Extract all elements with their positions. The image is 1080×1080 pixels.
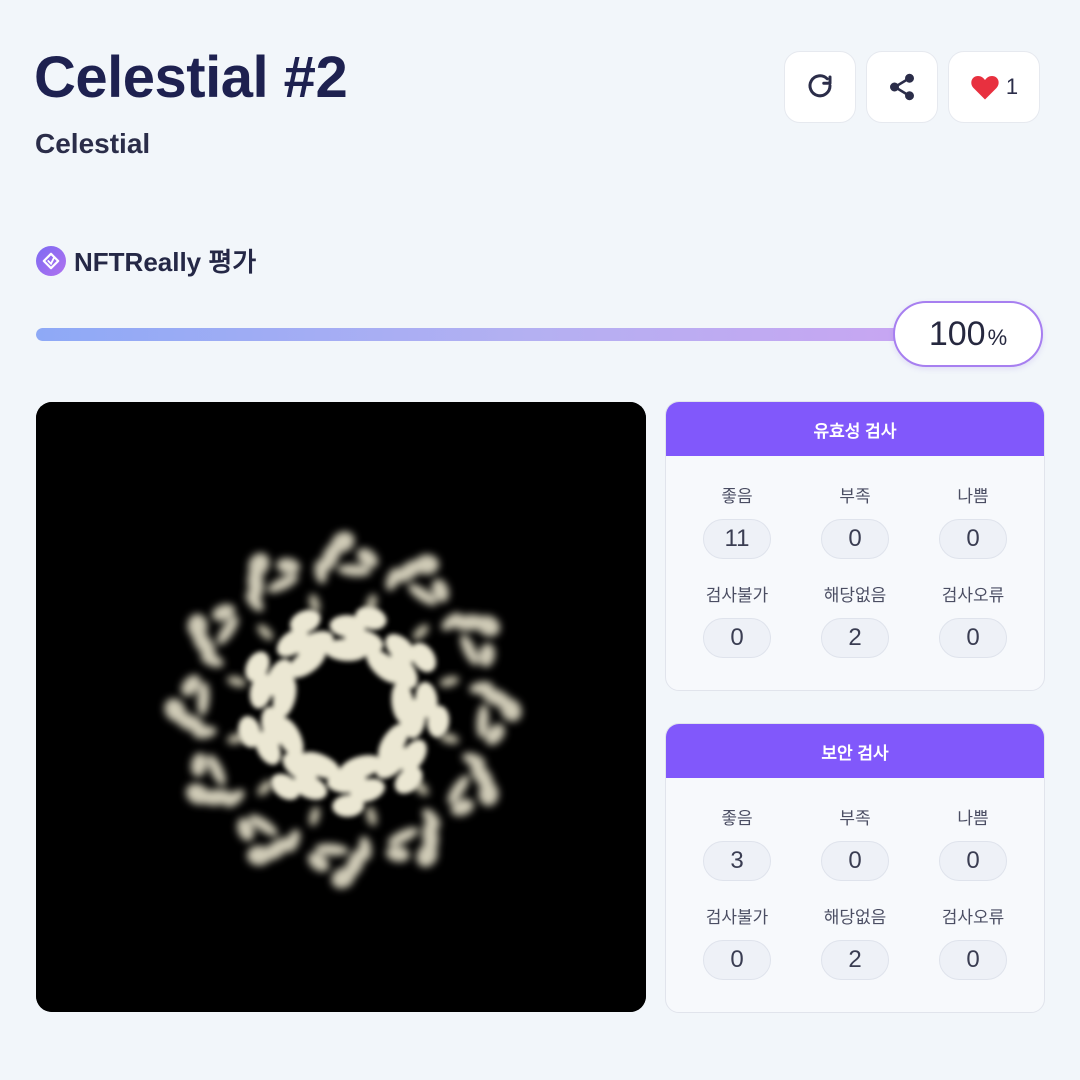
nftreally-logo-icon [36, 245, 66, 276]
like-count: 1 [1005, 74, 1019, 99]
security-uncheckable: 검사불가 0 [678, 903, 796, 980]
nft-artwork[interactable] [36, 402, 646, 1012]
cell-label: 해당없음 [823, 908, 887, 927]
security-insufficient: 부족 0 [796, 804, 914, 881]
validity-bad: 나쁨 0 [914, 482, 1032, 559]
cell-value: 0 [821, 841, 889, 881]
security-check-grid: 좋음 3 부족 0 나쁨 0 검사불가 0 해당없음 2 검사오류 0 [666, 778, 1044, 980]
security-bad: 나쁨 0 [914, 804, 1032, 881]
cell-label: 좋음 [721, 809, 753, 828]
rating-label: NFTReally 평가 [74, 247, 257, 277]
security-not-applicable: 해당없음 2 [796, 903, 914, 980]
rating-progress-fill [36, 328, 936, 341]
page-title: Celestial #2 [34, 45, 348, 110]
validity-good: 좋음 11 [678, 482, 796, 559]
cell-value: 2 [821, 618, 889, 658]
cell-value: 0 [703, 618, 771, 658]
validity-insufficient: 부족 0 [796, 482, 914, 559]
cell-value: 3 [703, 841, 771, 881]
security-check-panel: 보안 검사 좋음 3 부족 0 나쁨 0 검사불가 0 해당없음 2 검사오류 … [665, 723, 1045, 1013]
cell-label: 부족 [839, 487, 871, 506]
rating-progress-bar [36, 328, 936, 341]
validity-check-panel: 유효성 검사 좋음 11 부족 0 나쁨 0 검사불가 0 해당없음 2 검사오… [665, 401, 1045, 691]
cell-label: 검사불가 [705, 908, 769, 927]
celestial-artwork-image [36, 402, 646, 1012]
share-icon [890, 73, 914, 101]
cell-value: 2 [821, 940, 889, 980]
cell-value: 0 [939, 940, 1007, 980]
cell-value: 0 [939, 841, 1007, 881]
validity-check-error: 검사오류 0 [914, 581, 1032, 658]
cell-label: 나쁨 [957, 487, 989, 506]
refresh-icon [808, 74, 832, 98]
refresh-button[interactable] [784, 51, 856, 123]
security-check-title: 보안 검사 [666, 724, 1044, 778]
heart-icon [971, 75, 999, 100]
cell-label: 좋음 [721, 487, 753, 506]
cell-label: 검사불가 [705, 586, 769, 605]
share-button[interactable] [866, 51, 938, 123]
cell-label: 나쁨 [957, 809, 989, 828]
validity-uncheckable: 검사불가 0 [678, 581, 796, 658]
rating-percent-value: 100 [928, 314, 986, 353]
validity-check-grid: 좋음 11 부족 0 나쁨 0 검사불가 0 해당없음 2 검사오류 0 [666, 456, 1044, 658]
security-good: 좋음 3 [678, 804, 796, 881]
collection-name[interactable]: Celestial [35, 128, 150, 160]
action-bar: 1 [784, 51, 1040, 123]
validity-not-applicable: 해당없음 2 [796, 581, 914, 658]
cell-label: 검사오류 [941, 586, 1005, 605]
cell-value: 0 [821, 519, 889, 559]
security-check-error: 검사오류 0 [914, 903, 1032, 980]
cell-value: 11 [703, 519, 771, 559]
cell-value: 0 [939, 519, 1007, 559]
validity-check-title: 유효성 검사 [666, 402, 1044, 456]
cell-label: 부족 [839, 809, 871, 828]
nft-detail-page: Celestial #2 Celestial 1 NFTReally 평가 10… [0, 0, 1080, 1080]
rating-percent-unit: % [987, 325, 1008, 350]
rating-percent-badge: 100% [893, 301, 1043, 367]
cell-value: 0 [703, 940, 771, 980]
cell-label: 검사오류 [941, 908, 1005, 927]
cell-value: 0 [939, 618, 1007, 658]
cell-label: 해당없음 [823, 586, 887, 605]
like-button[interactable]: 1 [948, 51, 1040, 123]
rating-heading: NFTReally 평가 [36, 242, 256, 279]
